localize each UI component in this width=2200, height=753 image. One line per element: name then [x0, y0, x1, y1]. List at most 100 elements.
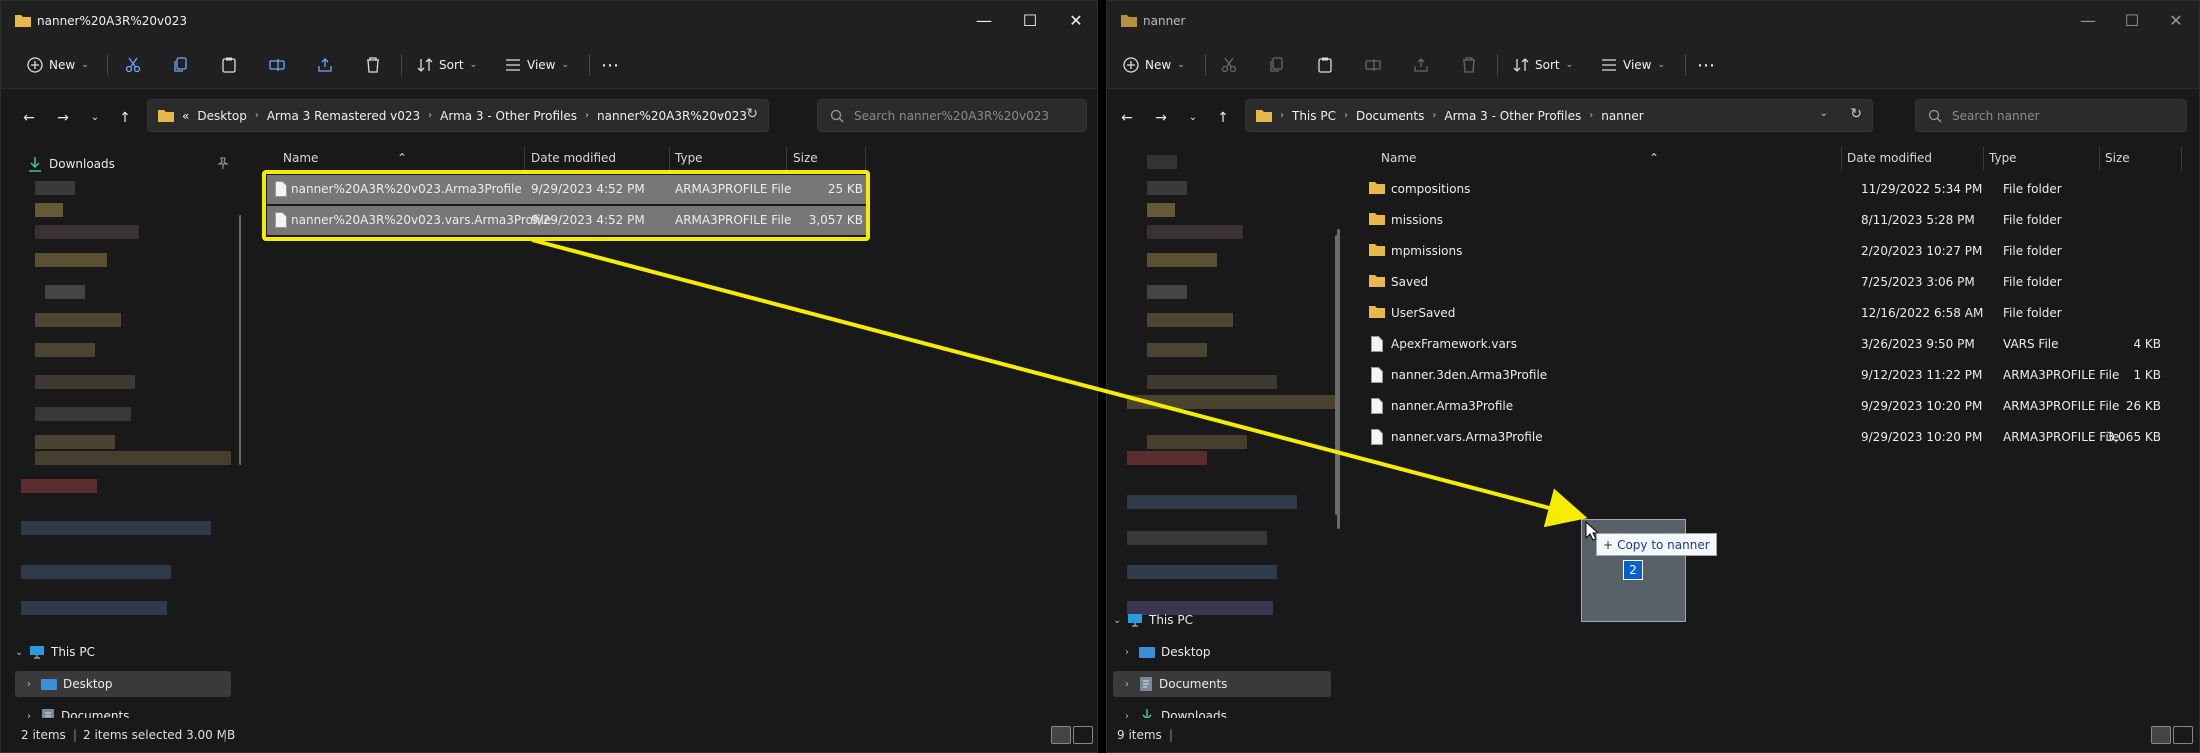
back-button[interactable]: ← — [1115, 107, 1139, 129]
maximize-button[interactable]: ☐ — [1007, 1, 1053, 41]
file-row[interactable]: nanner.Arma3Profile 9/29/2023 10:20 PM ARM… — [1365, 392, 2185, 421]
content-scrollbar[interactable] — [1337, 229, 1340, 529]
share-button[interactable] — [1413, 51, 1435, 79]
rename-button[interactable] — [1365, 51, 1387, 79]
search-box[interactable]: Search nanner — [1915, 99, 2187, 132]
folder-row[interactable]: Saved 7/25/2023 3:06 PM File folder — [1365, 268, 2185, 297]
address-bar[interactable]: « Desktop › Arma 3 Remastered v023 › Arma … — [147, 99, 769, 132]
copy-button[interactable] — [173, 51, 195, 79]
forward-button[interactable]: → — [51, 107, 75, 129]
sidebar-item-desktop[interactable]: › Desktop — [15, 671, 231, 697]
column-name[interactable]: Name — [283, 151, 318, 165]
tiles-view-button[interactable] — [2173, 726, 2193, 744]
minimize-button[interactable]: — — [961, 1, 1007, 41]
refresh-icon[interactable]: ↻ — [1850, 106, 1862, 122]
back-button[interactable]: ← — [17, 107, 41, 129]
breadcrumb-this-pc[interactable]: This PC — [1292, 109, 1336, 123]
title-bar[interactable]: nanner — ☐ ✕ — [1107, 1, 2199, 41]
title-bar[interactable]: nanner%20A3R%20v023 — ☐ ✕ — [1, 1, 1097, 41]
address-dropdown-icon[interactable]: ⌄ — [716, 108, 724, 119]
minimize-button[interactable]: — — [2065, 1, 2111, 41]
column-divider[interactable] — [786, 147, 787, 171]
column-divider[interactable] — [1983, 147, 1984, 171]
breadcrumb-current-folder[interactable]: nanner%20A3R%20v023 — [597, 109, 747, 123]
column-type[interactable]: Type — [675, 151, 703, 165]
up-button[interactable]: ↑ — [113, 107, 137, 129]
breadcrumb-current-folder[interactable]: nanner — [1601, 109, 1644, 123]
delete-button[interactable] — [365, 51, 387, 79]
recent-locations-button[interactable]: ⌄ — [83, 107, 107, 129]
chevron-right-icon[interactable]: › — [1125, 647, 1139, 658]
column-divider[interactable] — [865, 147, 866, 171]
sidebar-item-documents[interactable]: › Documents — [15, 703, 231, 718]
breadcrumb-overflow[interactable]: « — [182, 109, 189, 123]
column-type[interactable]: Type — [1989, 151, 2017, 165]
chevron-right-icon[interactable]: › — [1125, 679, 1139, 690]
new-button[interactable]: New ⌄ — [1123, 51, 1185, 79]
sort-button[interactable]: Sort ⌄ — [417, 51, 477, 79]
column-date-modified[interactable]: Date modified — [1847, 151, 1932, 165]
column-date-modified[interactable]: Date modified — [531, 151, 616, 165]
chevron-right-icon[interactable]: › — [27, 679, 41, 690]
paste-button[interactable] — [1317, 51, 1339, 79]
more-options-button[interactable]: ⋯ — [1697, 51, 1715, 79]
sidebar-item-this-pc[interactable]: ⌄ This PC — [15, 639, 235, 665]
file-row[interactable]: nanner.vars.Arma3Profile 9/29/2023 10:20 … — [1365, 423, 2185, 452]
sidebar-item-downloads[interactable]: Downloads — [27, 151, 237, 177]
refresh-icon[interactable]: ↻ — [746, 106, 758, 122]
recent-locations-button[interactable]: ⌄ — [1181, 107, 1205, 129]
address-dropdown-icon[interactable]: ⌄ — [1820, 108, 1828, 119]
delete-button[interactable] — [1461, 51, 1483, 79]
sidebar-item-this-pc[interactable]: ⌄ This PC — [1113, 607, 1333, 633]
forward-button[interactable]: → — [1149, 107, 1173, 129]
column-divider[interactable] — [1841, 147, 1842, 171]
column-name[interactable]: Name — [1381, 151, 1416, 165]
cut-button[interactable] — [1221, 51, 1243, 79]
sidebar-scrollbar[interactable] — [239, 215, 241, 465]
sidebar-item-desktop[interactable]: › Desktop — [1113, 639, 1329, 665]
breadcrumb-other-profiles[interactable]: Arma 3 - Other Profiles — [1444, 109, 1581, 123]
sort-button[interactable]: Sort ⌄ — [1513, 51, 1573, 79]
column-divider[interactable] — [524, 147, 525, 171]
more-options-button[interactable]: ⋯ — [601, 51, 619, 79]
share-button[interactable] — [317, 51, 339, 79]
breadcrumb-other-profiles[interactable]: Arma 3 - Other Profiles — [440, 109, 577, 123]
breadcrumb-arma3-remastered[interactable]: Arma 3 Remastered v023 — [267, 109, 420, 123]
folder-row[interactable]: missions 8/11/2023 5:28 PM File folder — [1365, 206, 2185, 235]
cut-button[interactable] — [125, 51, 147, 79]
new-button[interactable]: New ⌄ — [27, 51, 89, 79]
address-bar[interactable]: › This PC › Documents › Arma 3 - Other Pro… — [1245, 99, 1873, 132]
file-row[interactable]: ApexFramework.vars 3/26/2023 9:50 PM VARS … — [1365, 330, 2185, 359]
chevron-down-icon[interactable]: ⌄ — [15, 647, 29, 658]
chevron-down-icon[interactable]: ⌄ — [1113, 615, 1127, 626]
chevron-right-icon[interactable]: › — [1125, 711, 1139, 719]
sidebar-item-documents[interactable]: › Documents — [1113, 671, 1331, 697]
details-view-button[interactable] — [1051, 726, 1071, 744]
file-row[interactable]: nanner.3den.Arma3Profile 9/12/2023 11:22 … — [1365, 361, 2185, 390]
copy-button[interactable] — [1269, 51, 1291, 79]
folder-row[interactable]: mpmissions 2/20/2023 10:27 PM File folder — [1365, 237, 2185, 266]
breadcrumb-desktop[interactable]: Desktop — [197, 109, 247, 123]
column-divider[interactable] — [669, 147, 670, 171]
pin-icon[interactable] — [217, 157, 229, 169]
tiles-view-button[interactable] — [1073, 726, 1093, 744]
view-button[interactable]: View ⌄ — [505, 51, 569, 79]
close-button[interactable]: ✕ — [2153, 1, 2199, 41]
column-size[interactable]: Size — [2105, 151, 2130, 165]
paste-button[interactable] — [221, 51, 243, 79]
sidebar-item-downloads[interactable]: › Downloads — [1113, 703, 1329, 718]
search-box[interactable]: Search nanner%20A3R%20v023 — [817, 99, 1087, 132]
folder-row[interactable]: compositions 11/29/2022 5:34 PM File folde… — [1365, 175, 2185, 204]
column-size[interactable]: Size — [793, 151, 818, 165]
column-divider[interactable] — [2099, 147, 2100, 171]
breadcrumb-documents[interactable]: Documents — [1356, 109, 1424, 123]
folder-row[interactable]: UserSaved 12/16/2022 6:58 AM File folder — [1365, 299, 2185, 328]
details-view-button[interactable] — [2151, 726, 2171, 744]
column-divider[interactable] — [2181, 147, 2182, 171]
maximize-button[interactable]: ☐ — [2109, 1, 2155, 41]
up-button[interactable]: ↑ — [1211, 107, 1235, 129]
view-button[interactable]: View ⌄ — [1601, 51, 1665, 79]
close-button[interactable]: ✕ — [1053, 1, 1097, 41]
rename-button[interactable] — [269, 51, 291, 79]
chevron-right-icon[interactable]: › — [27, 711, 41, 719]
